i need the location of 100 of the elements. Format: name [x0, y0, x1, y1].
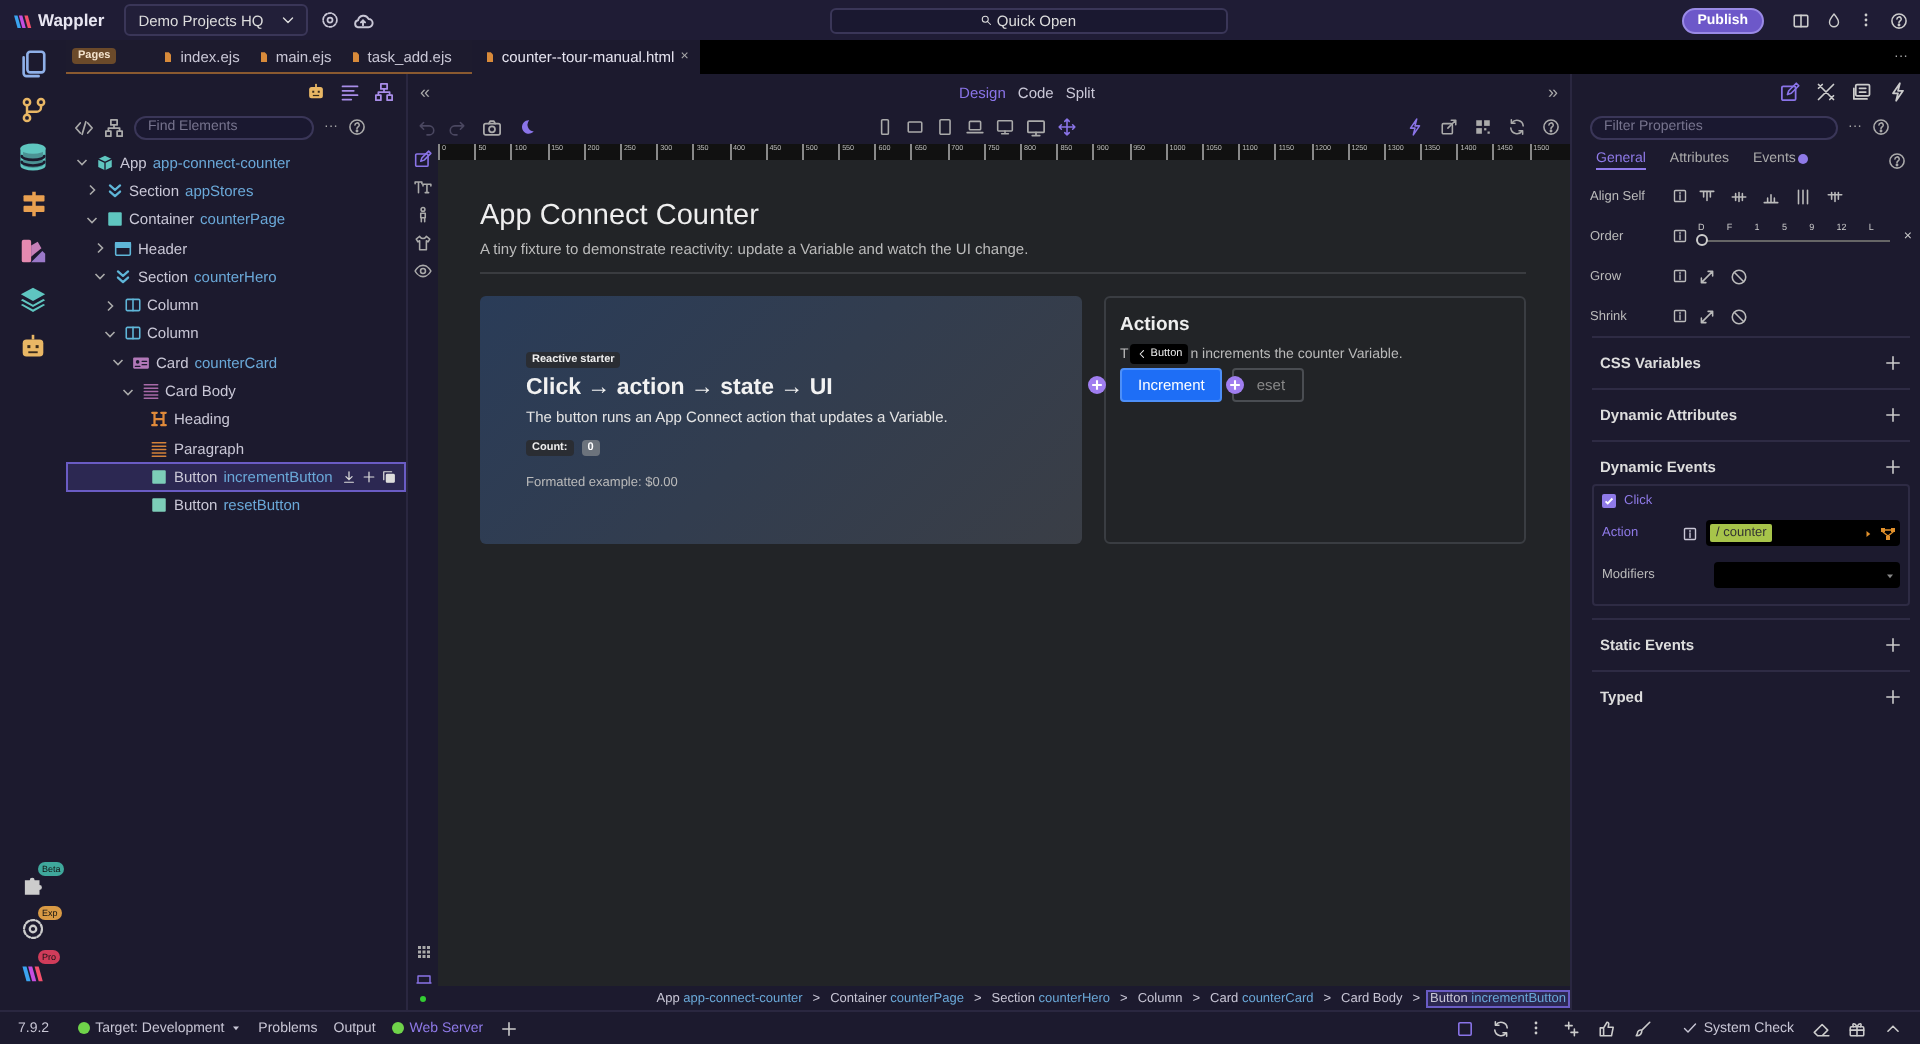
help-icon[interactable] — [1890, 11, 1908, 29]
palette-icon[interactable] — [18, 236, 48, 266]
paragraph-icon — [150, 439, 168, 458]
add-icon[interactable] — [499, 1019, 518, 1037]
info-icon[interactable] — [1672, 228, 1688, 244]
branch-icon[interactable] — [19, 96, 47, 124]
info-icon[interactable] — [1672, 188, 1688, 204]
info-icon[interactable] — [1672, 308, 1688, 324]
signpost-icon[interactable] — [19, 190, 47, 218]
baseline-icon[interactable] — [1826, 187, 1844, 205]
laptop-icon[interactable] — [966, 117, 984, 135]
collapse-left-button[interactable]: « — [420, 82, 431, 102]
gift-icon[interactable] — [1848, 1019, 1866, 1037]
list-icon[interactable] — [340, 82, 360, 102]
moon-icon[interactable] — [518, 118, 536, 136]
add-icon[interactable] — [1884, 688, 1902, 706]
tools-icon[interactable] — [1816, 82, 1836, 102]
stretch-icon[interactable] — [1794, 187, 1812, 205]
ban-icon[interactable] — [1730, 307, 1748, 325]
square-icon[interactable] — [1455, 1019, 1474, 1037]
chevron-down-icon[interactable] — [92, 268, 108, 285]
copy-icon[interactable] — [382, 469, 396, 484]
brush-icon[interactable] — [1633, 1019, 1652, 1037]
caret-down-icon — [1884, 569, 1896, 581]
sparkle-icon[interactable] — [1561, 1019, 1580, 1037]
square-icon — [105, 210, 123, 229]
layers-icon[interactable] — [18, 284, 48, 314]
plus-icon[interactable] — [362, 469, 376, 484]
phone-icon[interactable] — [876, 117, 894, 135]
robot-icon[interactable] — [18, 332, 48, 362]
refresh-icon[interactable] — [1491, 1019, 1510, 1037]
square-icon — [150, 467, 168, 486]
page-title: App Connect Counter — [480, 200, 761, 232]
slider-thumb[interactable] — [1696, 234, 1708, 246]
text-size-icon[interactable] — [414, 178, 432, 196]
card-title: Actions — [1120, 314, 1192, 336]
eye-icon[interactable] — [414, 262, 432, 280]
caret-down-icon — [230, 1022, 243, 1034]
add-icon[interactable] — [1884, 636, 1902, 654]
chevron-down-icon[interactable] — [74, 154, 90, 171]
download-icon[interactable] — [342, 469, 356, 484]
files-icon[interactable] — [18, 48, 48, 78]
chevron-down-icon[interactable] — [110, 354, 126, 371]
sitemap-icon[interactable] — [374, 82, 394, 102]
database-icon[interactable] — [18, 142, 48, 172]
refresh-icon[interactable] — [1508, 118, 1526, 136]
monitor-icon[interactable] — [1026, 117, 1046, 137]
qr-code-icon[interactable] — [1474, 118, 1492, 136]
add-icon[interactable] — [1884, 458, 1902, 476]
checkbox[interactable] — [1602, 494, 1616, 508]
ban-icon[interactable] — [1730, 267, 1748, 285]
help-icon[interactable] — [1542, 118, 1560, 136]
help-icon[interactable] — [1888, 151, 1906, 169]
lines-icon — [141, 382, 159, 401]
hero-heading: Click → action → state → UI — [526, 375, 835, 399]
double-chevron-icon — [114, 267, 132, 286]
move-icon[interactable] — [1058, 117, 1076, 135]
chevron-left-icon — [1136, 348, 1149, 360]
stack-icon[interactable] — [1852, 82, 1872, 102]
align-center-icon[interactable] — [1730, 187, 1748, 205]
desktop-icon[interactable] — [996, 117, 1014, 135]
settings-icon[interactable] — [20, 916, 46, 942]
help-icon[interactable] — [348, 118, 366, 136]
info-icon[interactable] — [1682, 525, 1698, 541]
expand-arrow-icon[interactable] — [1698, 267, 1716, 285]
add-icon[interactable] — [1884, 406, 1902, 424]
robot-icon[interactable] — [306, 82, 326, 102]
panel-icon[interactable] — [415, 970, 431, 986]
caret-right-icon — [1862, 527, 1874, 539]
chevron-right-icon[interactable] — [92, 240, 108, 257]
nodes-icon[interactable] — [1880, 525, 1896, 541]
settings-icon[interactable] — [319, 10, 340, 30]
shirt-icon[interactable] — [414, 234, 432, 252]
align-top-icon[interactable] — [1698, 187, 1716, 205]
add-icon[interactable] — [1884, 354, 1902, 372]
edit-icon[interactable] — [1780, 82, 1800, 102]
collapse-right-button[interactable]: » — [1547, 82, 1558, 102]
code-icon[interactable] — [74, 117, 94, 137]
eraser-icon[interactable] — [1812, 1019, 1830, 1037]
drop-icon[interactable] — [1826, 12, 1842, 28]
columns-icon — [123, 296, 141, 315]
share-icon[interactable] — [1440, 118, 1458, 136]
bolt-icon[interactable] — [1888, 82, 1908, 102]
sitemap-icon[interactable] — [104, 117, 124, 137]
edit-icon[interactable] — [414, 150, 432, 168]
columns-icon[interactable] — [1792, 11, 1810, 29]
file-icon — [349, 49, 362, 63]
figure-icon[interactable] — [414, 206, 432, 224]
camera-icon[interactable] — [482, 117, 502, 137]
columns-icon — [123, 324, 141, 343]
info-icon[interactable] — [1672, 268, 1688, 284]
shrink-arrow-icon[interactable] — [1698, 307, 1716, 325]
header-icon — [114, 239, 132, 258]
help-icon[interactable] — [1872, 118, 1890, 136]
cloud-upload-icon[interactable] — [351, 9, 374, 31]
puzzle-icon[interactable] — [20, 872, 46, 898]
cube-icon — [96, 153, 114, 172]
thumbs-up-icon[interactable] — [1597, 1019, 1616, 1037]
bolt-icon[interactable] — [1406, 118, 1424, 136]
grid-icon[interactable] — [415, 944, 431, 960]
